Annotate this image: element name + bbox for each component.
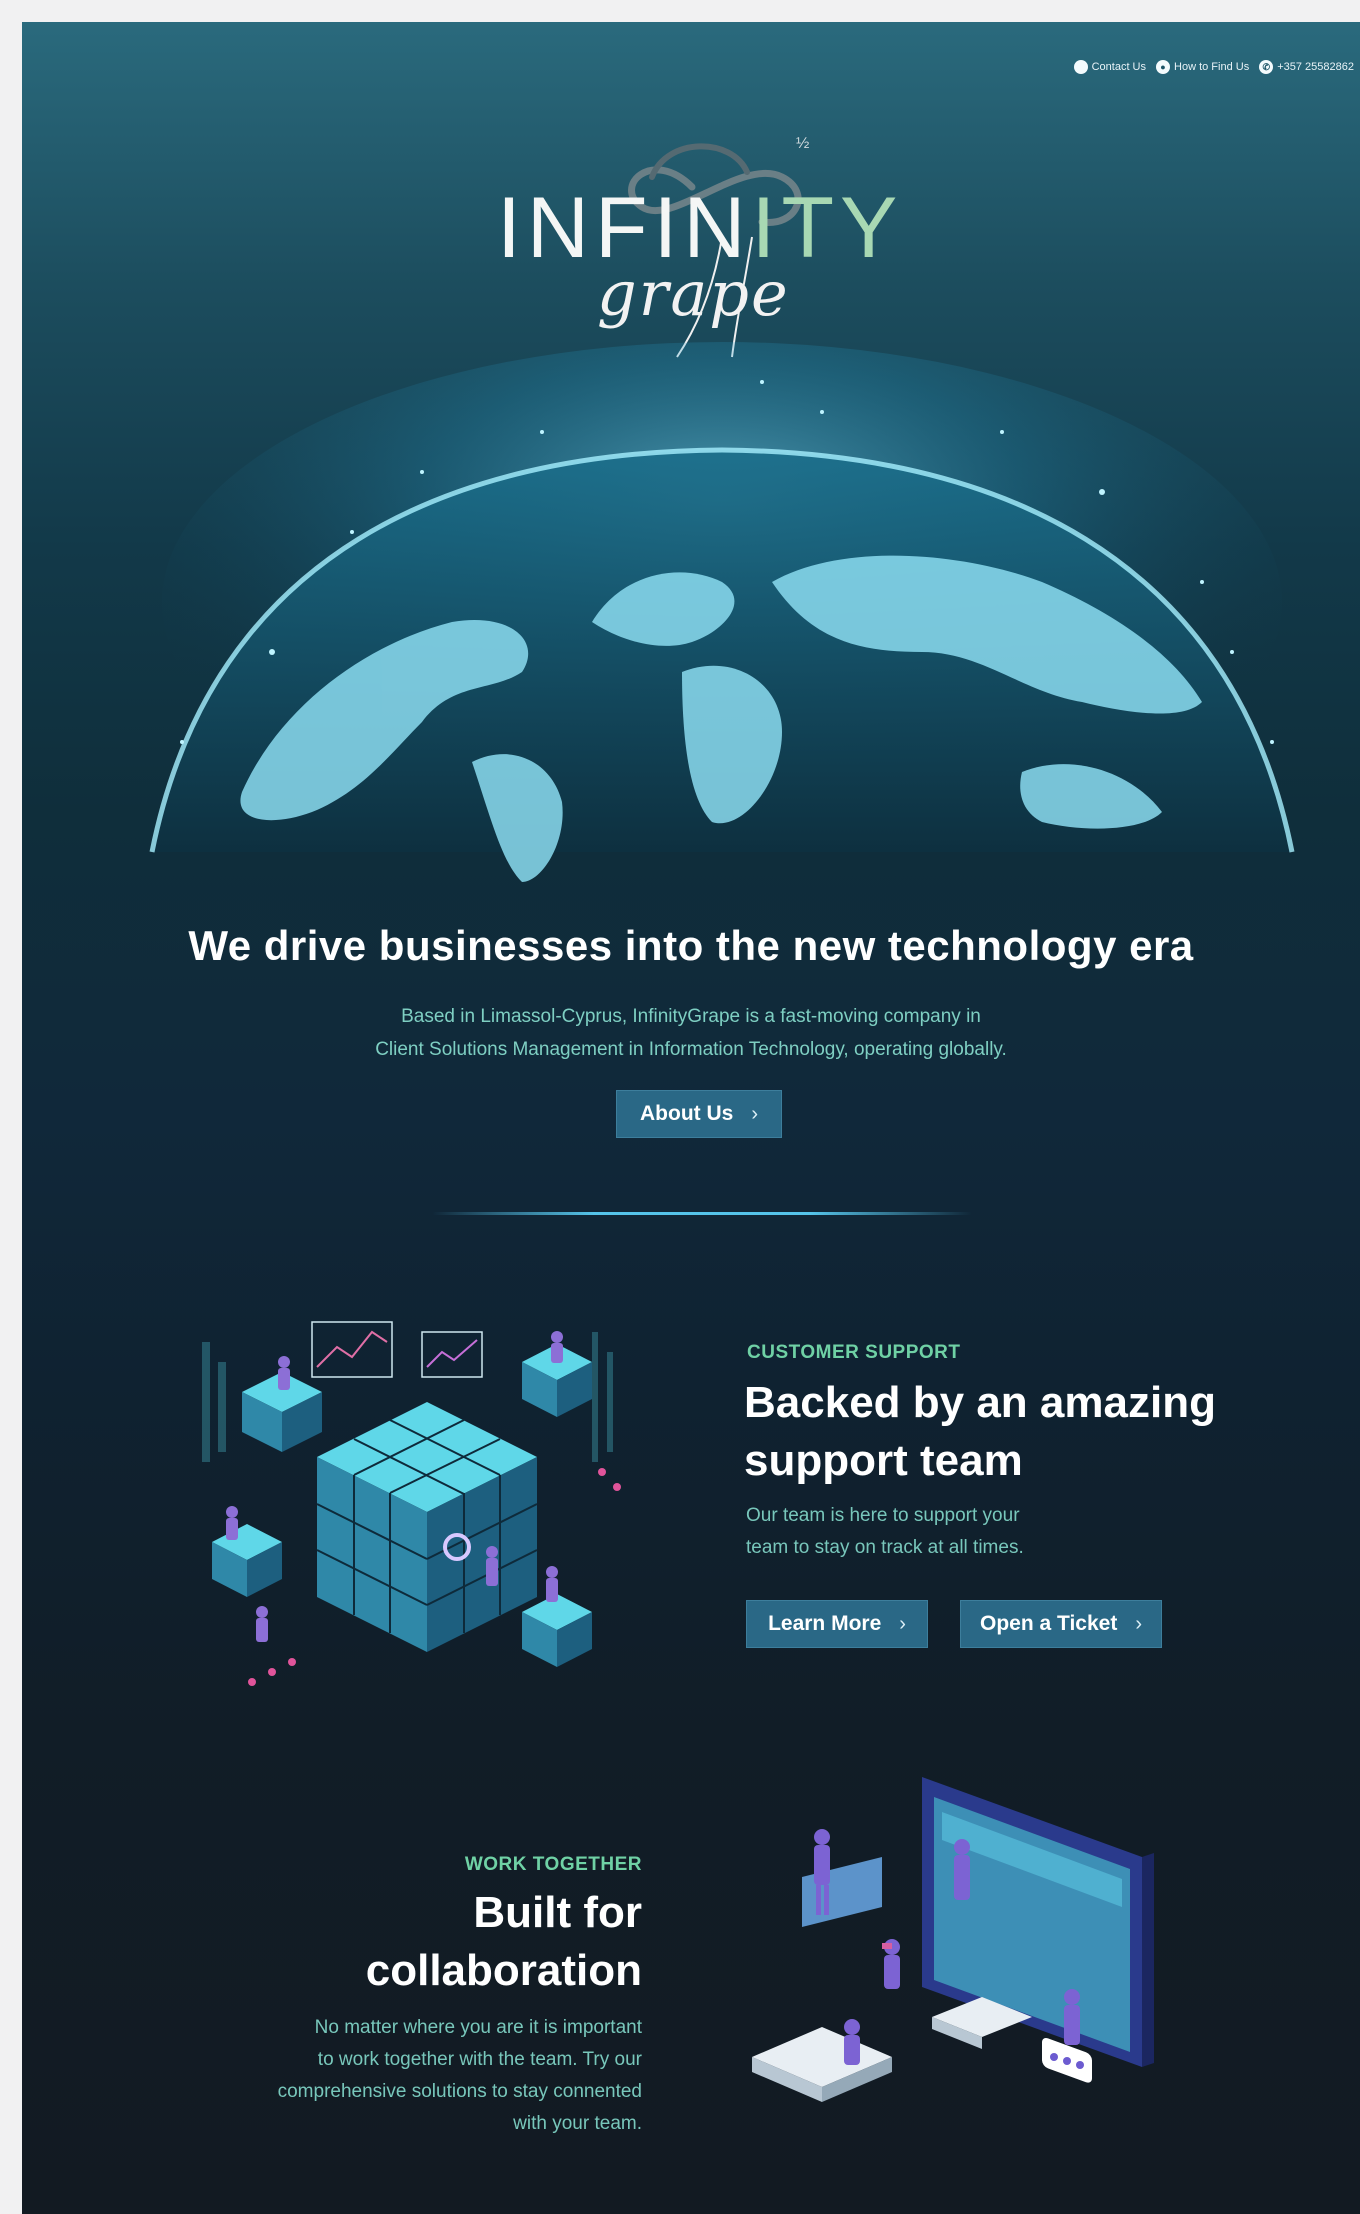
phone-icon: ✆ bbox=[1259, 60, 1274, 74]
find-us-label: How to Find Us bbox=[1174, 61, 1250, 73]
collab-title-line: collaboration bbox=[365, 1946, 642, 1995]
about-us-label: About Us bbox=[640, 1102, 734, 1125]
collaboration-monitor-illustration bbox=[752, 1777, 1154, 2102]
open-ticket-button[interactable]: Open a Ticket › bbox=[960, 1600, 1162, 1648]
glowing-globe-illustration bbox=[149, 322, 1295, 882]
collab-description-line: to work together with the team. Try our bbox=[317, 2049, 642, 2070]
logo-superscript: ½ bbox=[796, 135, 810, 152]
work-together-eyebrow: WORK TOGETHER bbox=[464, 1854, 642, 1875]
support-title-line: Backed by an amazing bbox=[744, 1378, 1216, 1427]
learn-more-label: Learn More bbox=[768, 1612, 882, 1635]
location-pin-icon: ● bbox=[1156, 60, 1171, 74]
phone-link[interactable]: ✆ +357 25582862 bbox=[1259, 60, 1354, 74]
hero-description-line: Client Solutions Management in Informati… bbox=[375, 1039, 1007, 1060]
support-title-line: support team bbox=[744, 1436, 1023, 1485]
chevron-right-icon: › bbox=[751, 1102, 758, 1125]
contact-icon bbox=[1073, 60, 1088, 74]
chevron-right-icon: › bbox=[1135, 1612, 1142, 1635]
collab-description-line: with your team. bbox=[513, 2113, 642, 2134]
support-cube-illustration bbox=[202, 1321, 621, 1686]
open-ticket-label: Open a Ticket bbox=[979, 1612, 1118, 1635]
collab-section-title: Built for collaboration bbox=[262, 1884, 642, 2000]
collab-title-line: Built for bbox=[473, 1888, 642, 1937]
section-divider bbox=[432, 1212, 972, 1215]
collab-description-line: No matter where you are it is important bbox=[314, 2017, 642, 2038]
collab-description: No matter where you are it is important … bbox=[212, 2012, 642, 2140]
hero-description-line: Based in Limassol-Cyprus, InfinityGrape … bbox=[401, 1006, 981, 1027]
logo-script: grape bbox=[597, 257, 790, 330]
collab-description-line: comprehensive solutions to stay connente… bbox=[277, 2081, 642, 2102]
hero-title: We drive businesses into the new technol… bbox=[188, 922, 1194, 969]
support-description-line: Our team is here to support your bbox=[746, 1505, 1020, 1526]
support-description-line: team to stay on track at all times. bbox=[746, 1537, 1024, 1558]
support-description: Our team is here to support your team to… bbox=[746, 1500, 1166, 1564]
find-us-link[interactable]: ● How to Find Us bbox=[1156, 60, 1249, 74]
top-contact-bar: Contact Us ● How to Find Us ✆ +357 25582… bbox=[1073, 60, 1354, 74]
learn-more-button[interactable]: Learn More › bbox=[746, 1600, 928, 1648]
hero-description: Based in Limassol-Cyprus, InfinityGrape … bbox=[22, 1000, 1360, 1066]
about-us-button[interactable]: About Us › bbox=[616, 1090, 782, 1138]
customer-support-eyebrow: CUSTOMER SUPPORT bbox=[747, 1342, 961, 1363]
chevron-right-icon: › bbox=[899, 1612, 906, 1635]
phone-number: +357 25582862 bbox=[1277, 61, 1354, 73]
contact-us-link[interactable]: Contact Us bbox=[1073, 60, 1147, 74]
contact-us-label: Contact Us bbox=[1091, 61, 1147, 73]
support-section-title: Backed by an amazing support team bbox=[744, 1374, 1264, 1490]
landing-page: Contact Us ● How to Find Us ✆ +357 25582… bbox=[22, 22, 1360, 2214]
